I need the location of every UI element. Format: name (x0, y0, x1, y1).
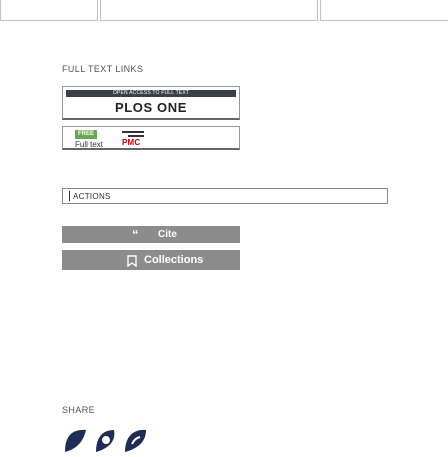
pmc-bar (128, 135, 144, 137)
facebook-icon[interactable] (92, 426, 118, 452)
actions-label: ACTIONS (73, 192, 111, 201)
top-tab[interactable] (320, 0, 448, 21)
actions-dropdown[interactable]: ACTIONS (62, 188, 388, 204)
text-cursor (69, 191, 70, 201)
pmc-text: PMC (122, 138, 141, 147)
pmc-full-text-link[interactable]: FREE Full text PMC (62, 126, 240, 150)
plos-one-link[interactable]: OPEN ACCESS TO FULL TEXT PLOS ONE (62, 86, 240, 120)
share-icons (62, 422, 182, 452)
share-heading: SHARE (62, 405, 96, 415)
quote-icon: “ (132, 227, 139, 242)
cite-button[interactable]: “ Cite (62, 226, 240, 243)
top-tab[interactable] (100, 0, 318, 21)
pmc-logo: FREE Full text PMC (75, 129, 159, 149)
top-tab[interactable] (0, 0, 98, 21)
free-tag: FREE (75, 130, 97, 139)
full-text-links-heading: FULL TEXT LINKS (62, 64, 144, 74)
pmc-bar (122, 131, 144, 133)
collections-label: Collections (144, 254, 204, 266)
collections-button[interactable]: Collections (62, 250, 240, 270)
pmc-mark: PMC (120, 129, 144, 147)
plos-open-access-banner: OPEN ACCESS TO FULL TEXT (66, 90, 236, 97)
twitter-icon[interactable] (62, 426, 88, 452)
cite-label: Cite (158, 229, 177, 240)
permalink-icon[interactable] (122, 426, 148, 452)
plos-one-logo-text: PLOS ONE (115, 100, 187, 115)
bookmark-icon (126, 254, 138, 268)
top-tabs-strip (0, 0, 448, 22)
full-text-label: Full text (75, 140, 104, 149)
